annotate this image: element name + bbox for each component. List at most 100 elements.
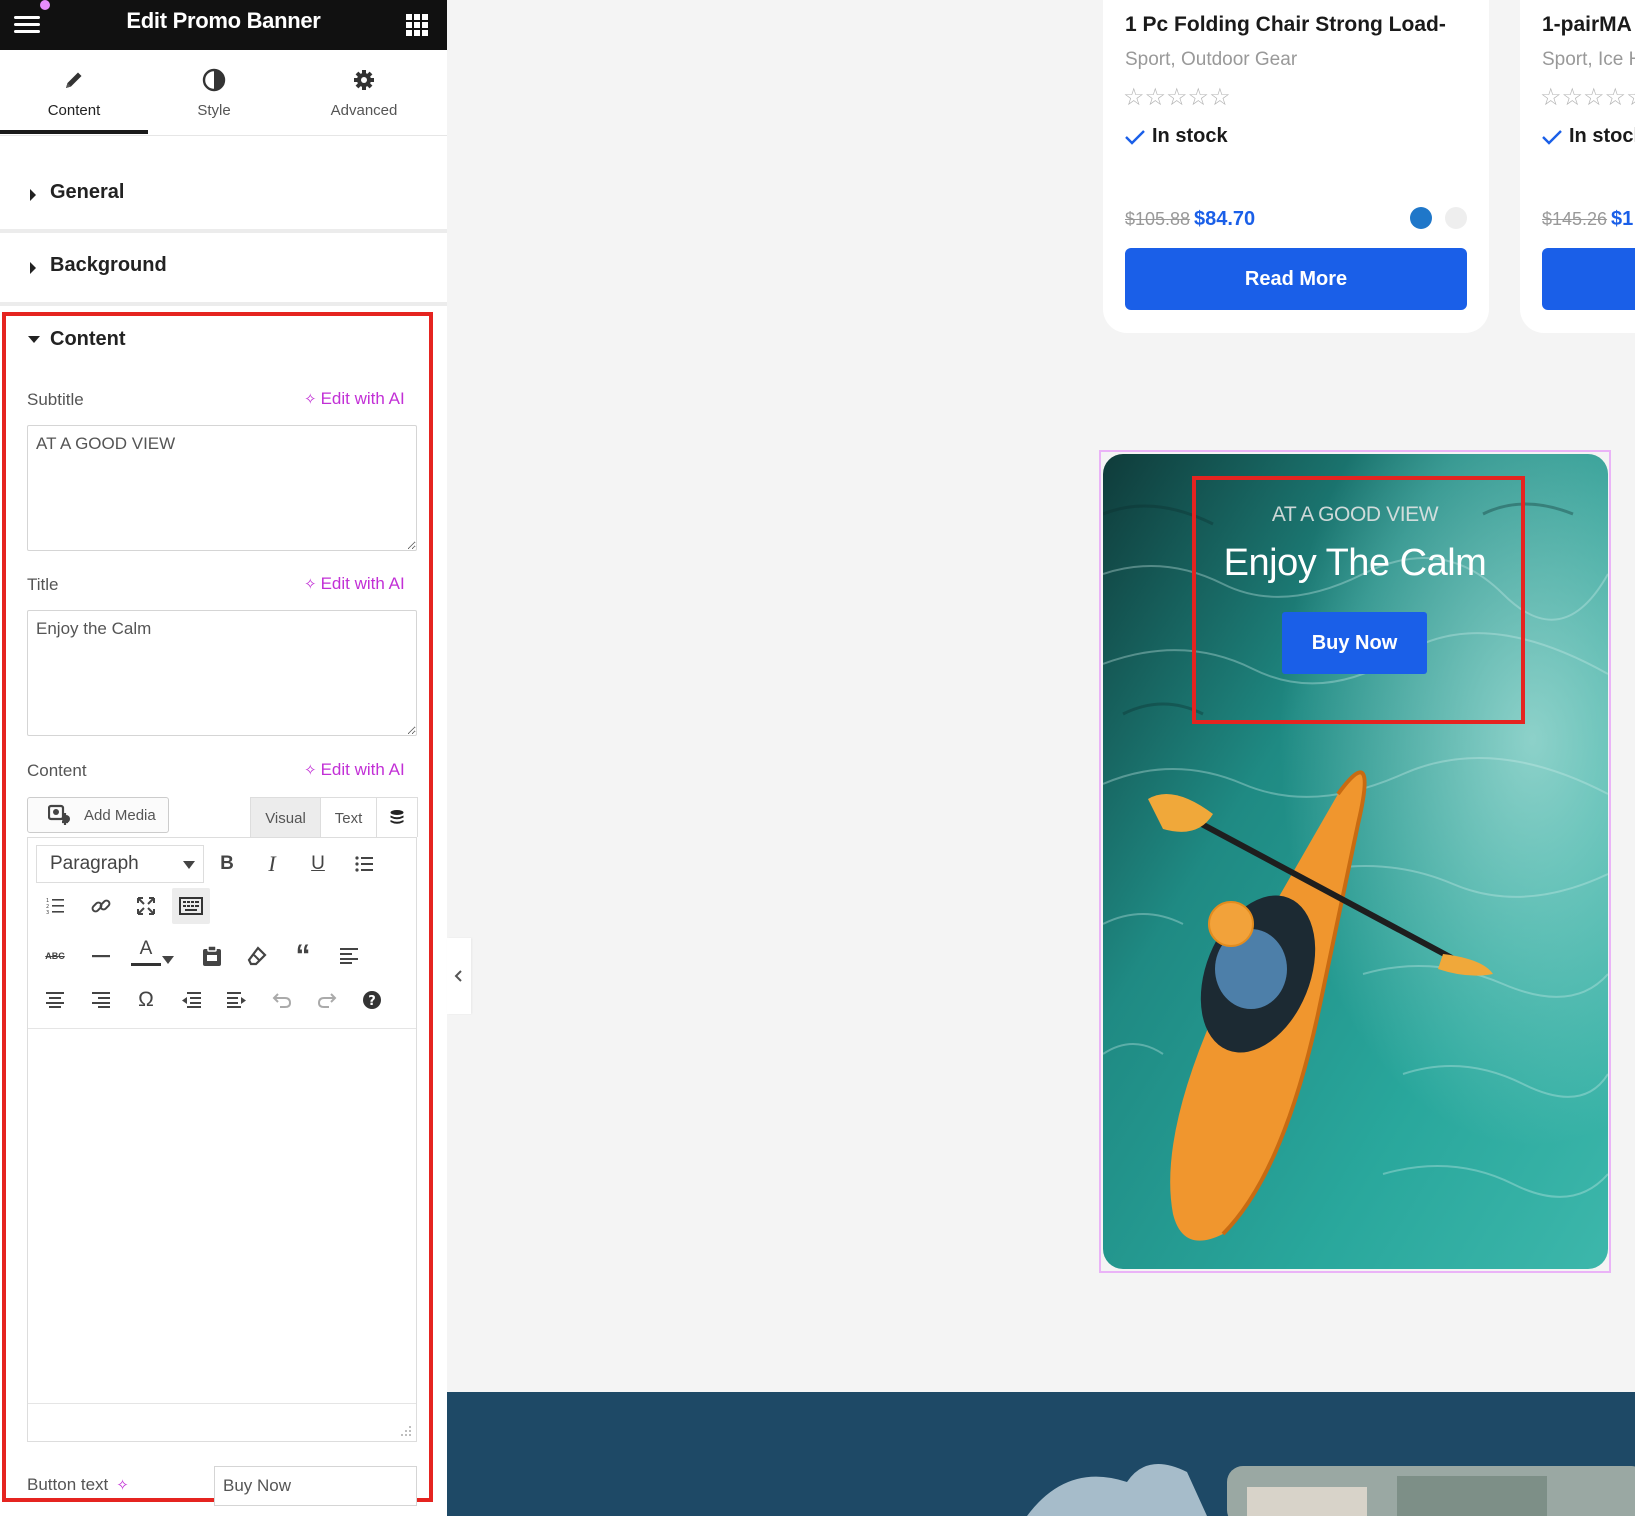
tab-style-label: Style [197,102,231,119]
dynamic-tags-button[interactable] [377,798,417,838]
add-media-icon [48,804,70,825]
blockquote-button[interactable]: “ [284,938,322,974]
color-swatch-blue[interactable] [1410,207,1432,229]
indent-button[interactable] [218,982,256,1018]
check-icon [1542,129,1562,145]
help-icon: ? [363,991,381,1009]
clipboard-icon [203,945,221,966]
content-label: Content [27,761,87,780]
format-select[interactable]: Paragraph [36,845,204,883]
link-button[interactable] [82,888,120,924]
banner-subtitle: AT A GOOD VIEW [1271,503,1439,526]
gear-icon [290,66,438,94]
read-more-button[interactable]: Read More [1125,248,1467,310]
product-category[interactable]: Sport, Outdoor Gear [1125,49,1297,71]
redo-button[interactable] [308,982,346,1018]
paste-text-button[interactable] [193,938,231,974]
align-center-button[interactable] [36,982,74,1018]
section-background[interactable]: Background [0,232,447,306]
wysiwyg-editor: Paragraph B I U 123 ABC A “ Ω ? [27,837,417,1442]
chevron-down-icon [183,861,195,869]
panel-tabs: Content Style Advanced [0,50,447,136]
stock-label: In stock [1569,125,1635,147]
banner-title: Enjoy The Calm [1223,542,1487,584]
special-character-button[interactable]: Ω [127,982,165,1018]
editor-panel: Edit Promo Banner Content Style Advanced [0,0,447,1516]
widgets-grid-icon[interactable] [406,14,428,36]
horizontal-line-icon [92,955,110,958]
align-right-button[interactable] [82,982,120,1018]
product-title[interactable]: 1 Pc Folding Chair Strong Load- [1125,13,1446,37]
section-content-label[interactable]: Content [50,328,126,351]
format-select-value: Paragraph [50,853,139,874]
align-left-button[interactable] [330,938,368,974]
product-category[interactable]: Sport, Ice H [1542,49,1635,71]
content-edit-ai-link[interactable]: ✧ Edit with AI [304,760,405,780]
subtitle-field[interactable]: AT A GOOD VIEW [27,425,417,551]
eraser-icon [247,946,267,966]
sparkle-icon: ✧ [304,576,317,593]
rating-stars: ☆☆☆☆☆ [1123,84,1231,111]
subtitle-label: Subtitle [27,390,84,409]
sparkle-icon[interactable]: ✧ [116,1476,129,1494]
tab-content-label: Content [47,102,101,119]
caret-down-icon[interactable] [28,336,40,343]
old-price: $145.26 [1542,209,1608,229]
toolbar-toggle-button[interactable] [172,888,210,924]
product-title[interactable]: 1-pairMA [1542,13,1632,37]
tab-content[interactable]: Content [0,50,148,135]
chevron-left-icon [454,970,462,982]
button-text-input[interactable] [214,1466,417,1506]
content-edit-area[interactable] [28,1028,416,1403]
section-background-label: Background [50,254,167,276]
clear-formatting-button[interactable] [238,938,276,974]
bullet-list-button[interactable] [345,846,383,882]
coastal-photo [447,1392,1635,1516]
svg-text:3: 3 [46,910,49,915]
stock-status: In stock [1542,125,1635,148]
fullscreen-icon [137,897,155,915]
outdent-button[interactable] [172,982,210,1018]
edit-ai-label: Edit with AI [320,574,405,593]
subtitle-edit-ai-link[interactable]: ✧ Edit with AI [304,389,405,409]
italic-button[interactable]: I [253,846,291,882]
text-color-dropdown[interactable] [158,942,178,978]
tab-style[interactable]: Style [140,50,288,135]
help-button[interactable]: ? [353,982,391,1018]
caret-right-icon [30,262,36,274]
read-more-button[interactable] [1542,248,1635,310]
old-price: $105.88 [1125,209,1191,229]
visual-tab[interactable]: Visual [251,798,321,838]
add-media-button[interactable]: Add Media [27,797,169,833]
fullscreen-button[interactable] [127,888,165,924]
strikethrough-icon: ABC [45,951,65,961]
section-general[interactable]: General [0,159,447,233]
database-icon [390,810,404,824]
buy-now-button[interactable]: Buy Now [1282,612,1427,674]
strikethrough-button[interactable]: ABC [36,938,74,974]
bold-button[interactable]: B [208,846,246,882]
text-tab[interactable]: Text [321,798,377,838]
undo-icon [272,993,292,1008]
sparkle-icon: ✧ [304,762,317,779]
numbered-list-icon: 123 [46,898,64,915]
keyboard-icon [179,897,203,915]
align-right-icon [92,992,110,1008]
title-field[interactable]: Enjoy the Calm [27,610,417,736]
underline-button[interactable]: U [299,846,337,882]
title-edit-ai-link[interactable]: ✧ Edit with AI [304,574,405,594]
numbered-list-button[interactable]: 123 [36,888,74,924]
outdent-icon [182,992,201,1008]
horizontal-line-button[interactable] [82,938,120,974]
button-text-label: Button text [27,1475,109,1494]
edit-ai-label: Edit with AI [320,760,405,779]
resize-grip-icon[interactable] [398,1423,412,1437]
undo-button[interactable] [263,982,301,1018]
collapse-panel-button[interactable] [447,938,471,1014]
bold-icon: B [220,853,234,874]
tab-advanced-label: Advanced [330,102,398,119]
check-icon [1125,129,1145,145]
pencil-icon [0,66,148,94]
color-swatch-light[interactable] [1445,207,1467,229]
tab-advanced[interactable]: Advanced [290,50,438,135]
